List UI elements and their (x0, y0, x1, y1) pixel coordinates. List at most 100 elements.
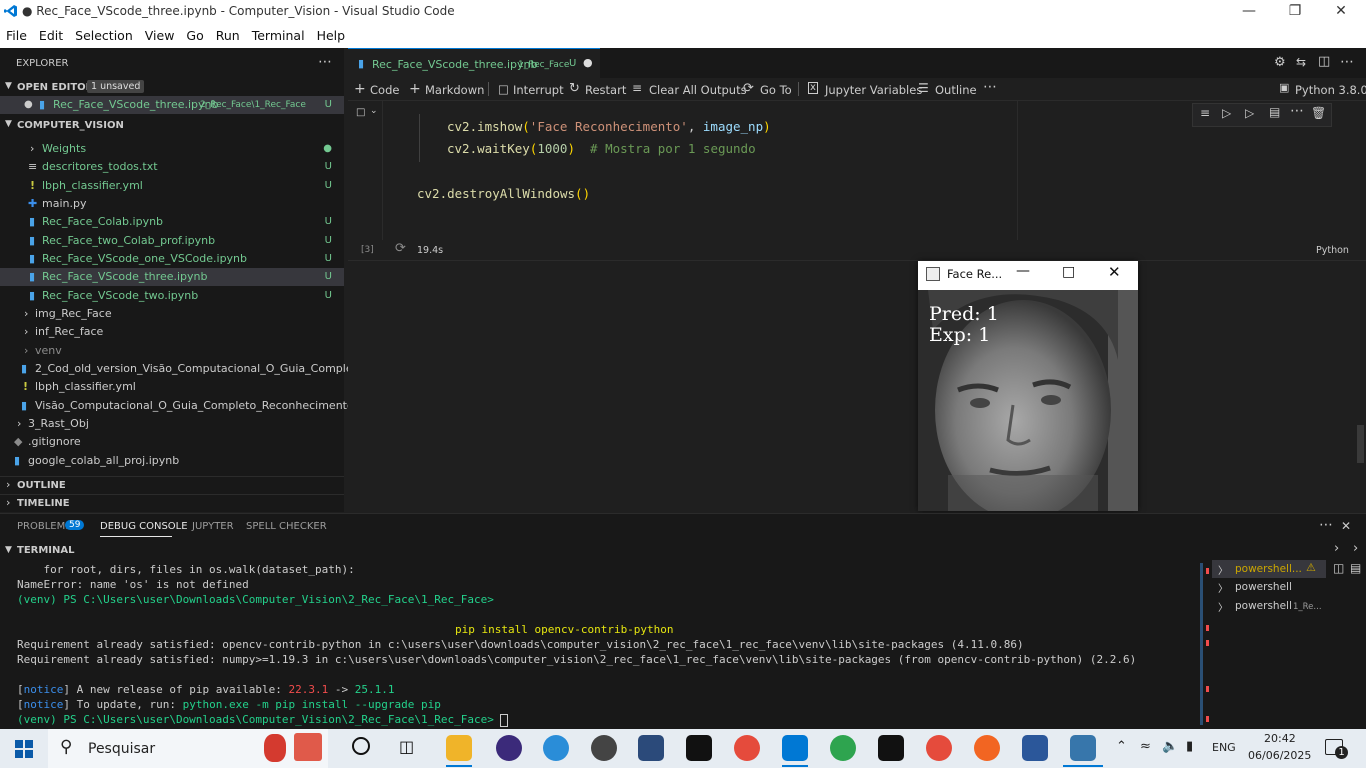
close-button[interactable]: ✕ (1318, 0, 1364, 24)
menu-edit[interactable]: Edit (33, 24, 69, 43)
kill-terminal-icon[interactable]: ▤ (1350, 561, 1361, 575)
tab-notebook[interactable]: ▮ Rec_Face_VScode_three.ipynb 1_Rec_Face… (348, 48, 600, 79)
tree-item-visao[interactable]: ▮ Visão_Computacional_O_Guia_Completo_Re… (0, 397, 391, 415)
menu-go[interactable]: Go (180, 24, 209, 43)
trash-icon[interactable]: 🗑 (1311, 106, 1326, 120)
gear-icon[interactable]: ⚙ (1274, 55, 1286, 70)
tree-item-two-colab[interactable]: ▮ Rec_Face_two_Colab_prof.ipynb U (0, 232, 344, 250)
jupyter-variables-button[interactable]: Jupyter Variables (825, 83, 922, 97)
menu-help[interactable]: Help (311, 24, 352, 43)
tree-item-google-colab[interactable]: ▮ google_colab_all_proj.ipynb (0, 452, 344, 470)
more-actions-icon[interactable]: ⋯ (1319, 517, 1333, 533)
split-editor-icon[interactable]: ◫ (1318, 54, 1330, 69)
terminal-header[interactable]: TERMINAL (17, 545, 75, 556)
minimize-button[interactable]: — (1226, 0, 1272, 24)
windows-start-icon[interactable] (15, 740, 33, 761)
vscode-icon[interactable] (782, 735, 808, 761)
menu-file[interactable]: File (0, 24, 33, 43)
tree-item-img-rec-face[interactable]: › img_Rec_Face (0, 305, 344, 323)
execute-above-icon[interactable]: ▷ (1222, 106, 1231, 120)
more-actions-icon[interactable]: ⋯ (1340, 54, 1354, 70)
more-actions-icon[interactable]: ⋯ (983, 79, 997, 95)
chrome-icon[interactable] (734, 735, 760, 761)
chevron-up-icon[interactable]: ⌃ (1116, 739, 1127, 754)
tree-item-colab[interactable]: ▮ Rec_Face_Colab.ipynb U (0, 213, 344, 231)
language-indicator[interactable]: ENG (1212, 741, 1236, 754)
tab-debug-console[interactable]: DEBUG CONSOLE (100, 521, 188, 532)
tree-item-descritores[interactable]: ≡ descritores_todos.txt U (0, 158, 344, 176)
chevron-down-icon[interactable]: ▼ (5, 81, 12, 91)
menu-run[interactable]: Run (210, 24, 246, 43)
clock-date[interactable]: 06/06/2025 (1248, 749, 1311, 762)
tab-jupyter[interactable]: JUPYTER (192, 521, 234, 532)
volume-icon[interactable]: 🔈 (1162, 739, 1178, 754)
tree-item-lbph-root[interactable]: ! lbph_classifier.yml (0, 378, 344, 396)
maximize-button[interactable]: □ (1062, 264, 1075, 280)
tree-item-gitignore[interactable]: ◆ .gitignore (0, 433, 344, 451)
network-icon[interactable]: ≈ (1140, 739, 1151, 754)
menu-terminal[interactable]: Terminal (246, 24, 311, 43)
chevron-down-icon[interactable]: ▼ (5, 545, 12, 555)
tree-item-rast-obj[interactable]: › 3_Rast_Obj (0, 415, 344, 433)
goto-button[interactable]: Go To (760, 83, 792, 97)
interrupt-button[interactable]: Interrupt (513, 83, 564, 97)
split-terminal-icon[interactable]: ◫ (1333, 561, 1344, 575)
pycharm-icon[interactable] (878, 735, 904, 761)
tree-item-weights[interactable]: › Weights ● (0, 140, 344, 158)
add-markdown-button[interactable]: Markdown (425, 83, 484, 97)
run-by-line-icon[interactable]: ≡ (1200, 106, 1210, 120)
chrome-icon[interactable] (926, 735, 952, 761)
file-explorer-icon[interactable] (446, 735, 472, 761)
app-icon[interactable] (638, 735, 664, 761)
execute-below-icon[interactable]: ▷ (1245, 106, 1254, 120)
tab-spell-checker[interactable]: SPELL CHECKER (246, 521, 327, 532)
chevron-right-icon[interactable]: › (6, 496, 10, 509)
tree-item-vscode-three[interactable]: ▮ Rec_Face_VScode_three.ipynb U (0, 268, 344, 286)
widgets-icon[interactable]: ◫ (399, 737, 414, 756)
more-actions-icon[interactable]: ⋯ (318, 54, 332, 70)
open-editor-item[interactable]: ● ▮ Rec_Face_VScode_three.ipynb 2_Rec_Fa… (0, 96, 344, 114)
battery-icon[interactable]: ▮ (1186, 739, 1193, 754)
tree-item-vscode-two[interactable]: ▮ Rec_Face_VScode_two.ipynb U (0, 287, 344, 305)
minimize-button[interactable]: — (1016, 263, 1030, 279)
unsaved-dot-icon[interactable]: ● (583, 56, 593, 69)
menu-view[interactable]: View (139, 24, 181, 43)
github-icon[interactable] (591, 735, 617, 761)
kernel-picker[interactable]: Python 3.8.0 (1295, 83, 1366, 97)
compare-icon[interactable]: ⇆ (1296, 55, 1306, 69)
split-cell-icon[interactable]: ▤ (1269, 105, 1280, 119)
python-icon[interactable] (1070, 735, 1096, 761)
tree-item-main-py[interactable]: ✚ main.py (0, 195, 344, 213)
terminal-line[interactable]: (venv) PS C:\Users\user\Downloads\Comput… (17, 713, 509, 727)
timeline-header[interactable]: TIMELINE (17, 498, 70, 509)
docker-icon[interactable] (543, 735, 569, 761)
more-actions-icon[interactable]: ⋯ (1290, 103, 1304, 119)
close-button[interactable]: ✕ (1108, 263, 1121, 281)
add-code-button[interactable]: Code (370, 83, 399, 97)
shell-item[interactable]: powershell (1235, 600, 1292, 612)
project-header[interactable]: COMPUTER_VISION (17, 120, 124, 131)
chevron-right-icon[interactable]: › (6, 478, 10, 491)
app-icon[interactable] (830, 735, 856, 761)
outline-button[interactable]: Outline (935, 83, 977, 97)
restart-button[interactable]: Restart (585, 83, 626, 97)
shell-item[interactable]: powershell (1235, 581, 1292, 593)
chevron-right-icon[interactable]: › (1334, 541, 1339, 556)
tree-item-vscode-one[interactable]: ▮ Rec_Face_VScode_one_VSCode.ipynb U (0, 250, 344, 268)
tab-problems[interactable]: PROBLEMS (17, 521, 72, 532)
postman-icon[interactable] (974, 735, 1000, 761)
tree-item-lbph[interactable]: ! lbph_classifier.yml U (0, 177, 344, 195)
face-recognition-window[interactable]: Face Re... — □ ✕ Pred: 1 Exp: 1 (918, 261, 1138, 511)
task-view-icon[interactable] (352, 737, 370, 755)
restore-button[interactable]: ❐ (1272, 0, 1318, 24)
tree-item-venv[interactable]: › venv (0, 342, 344, 360)
clock-time[interactable]: 20:42 (1264, 732, 1296, 745)
tree-item-inf-rec-face[interactable]: › inf_Rec_face (0, 323, 344, 341)
cell-language[interactable]: Python (1316, 245, 1349, 256)
word-icon[interactable] (1022, 735, 1048, 761)
close-panel-icon[interactable]: ✕ (1341, 519, 1351, 533)
clear-outputs-button[interactable]: Clear All Outputs (649, 83, 747, 97)
scrollbar-thumb[interactable] (1357, 425, 1364, 463)
app-icon[interactable] (496, 735, 522, 761)
pycharm-icon[interactable] (686, 735, 712, 761)
